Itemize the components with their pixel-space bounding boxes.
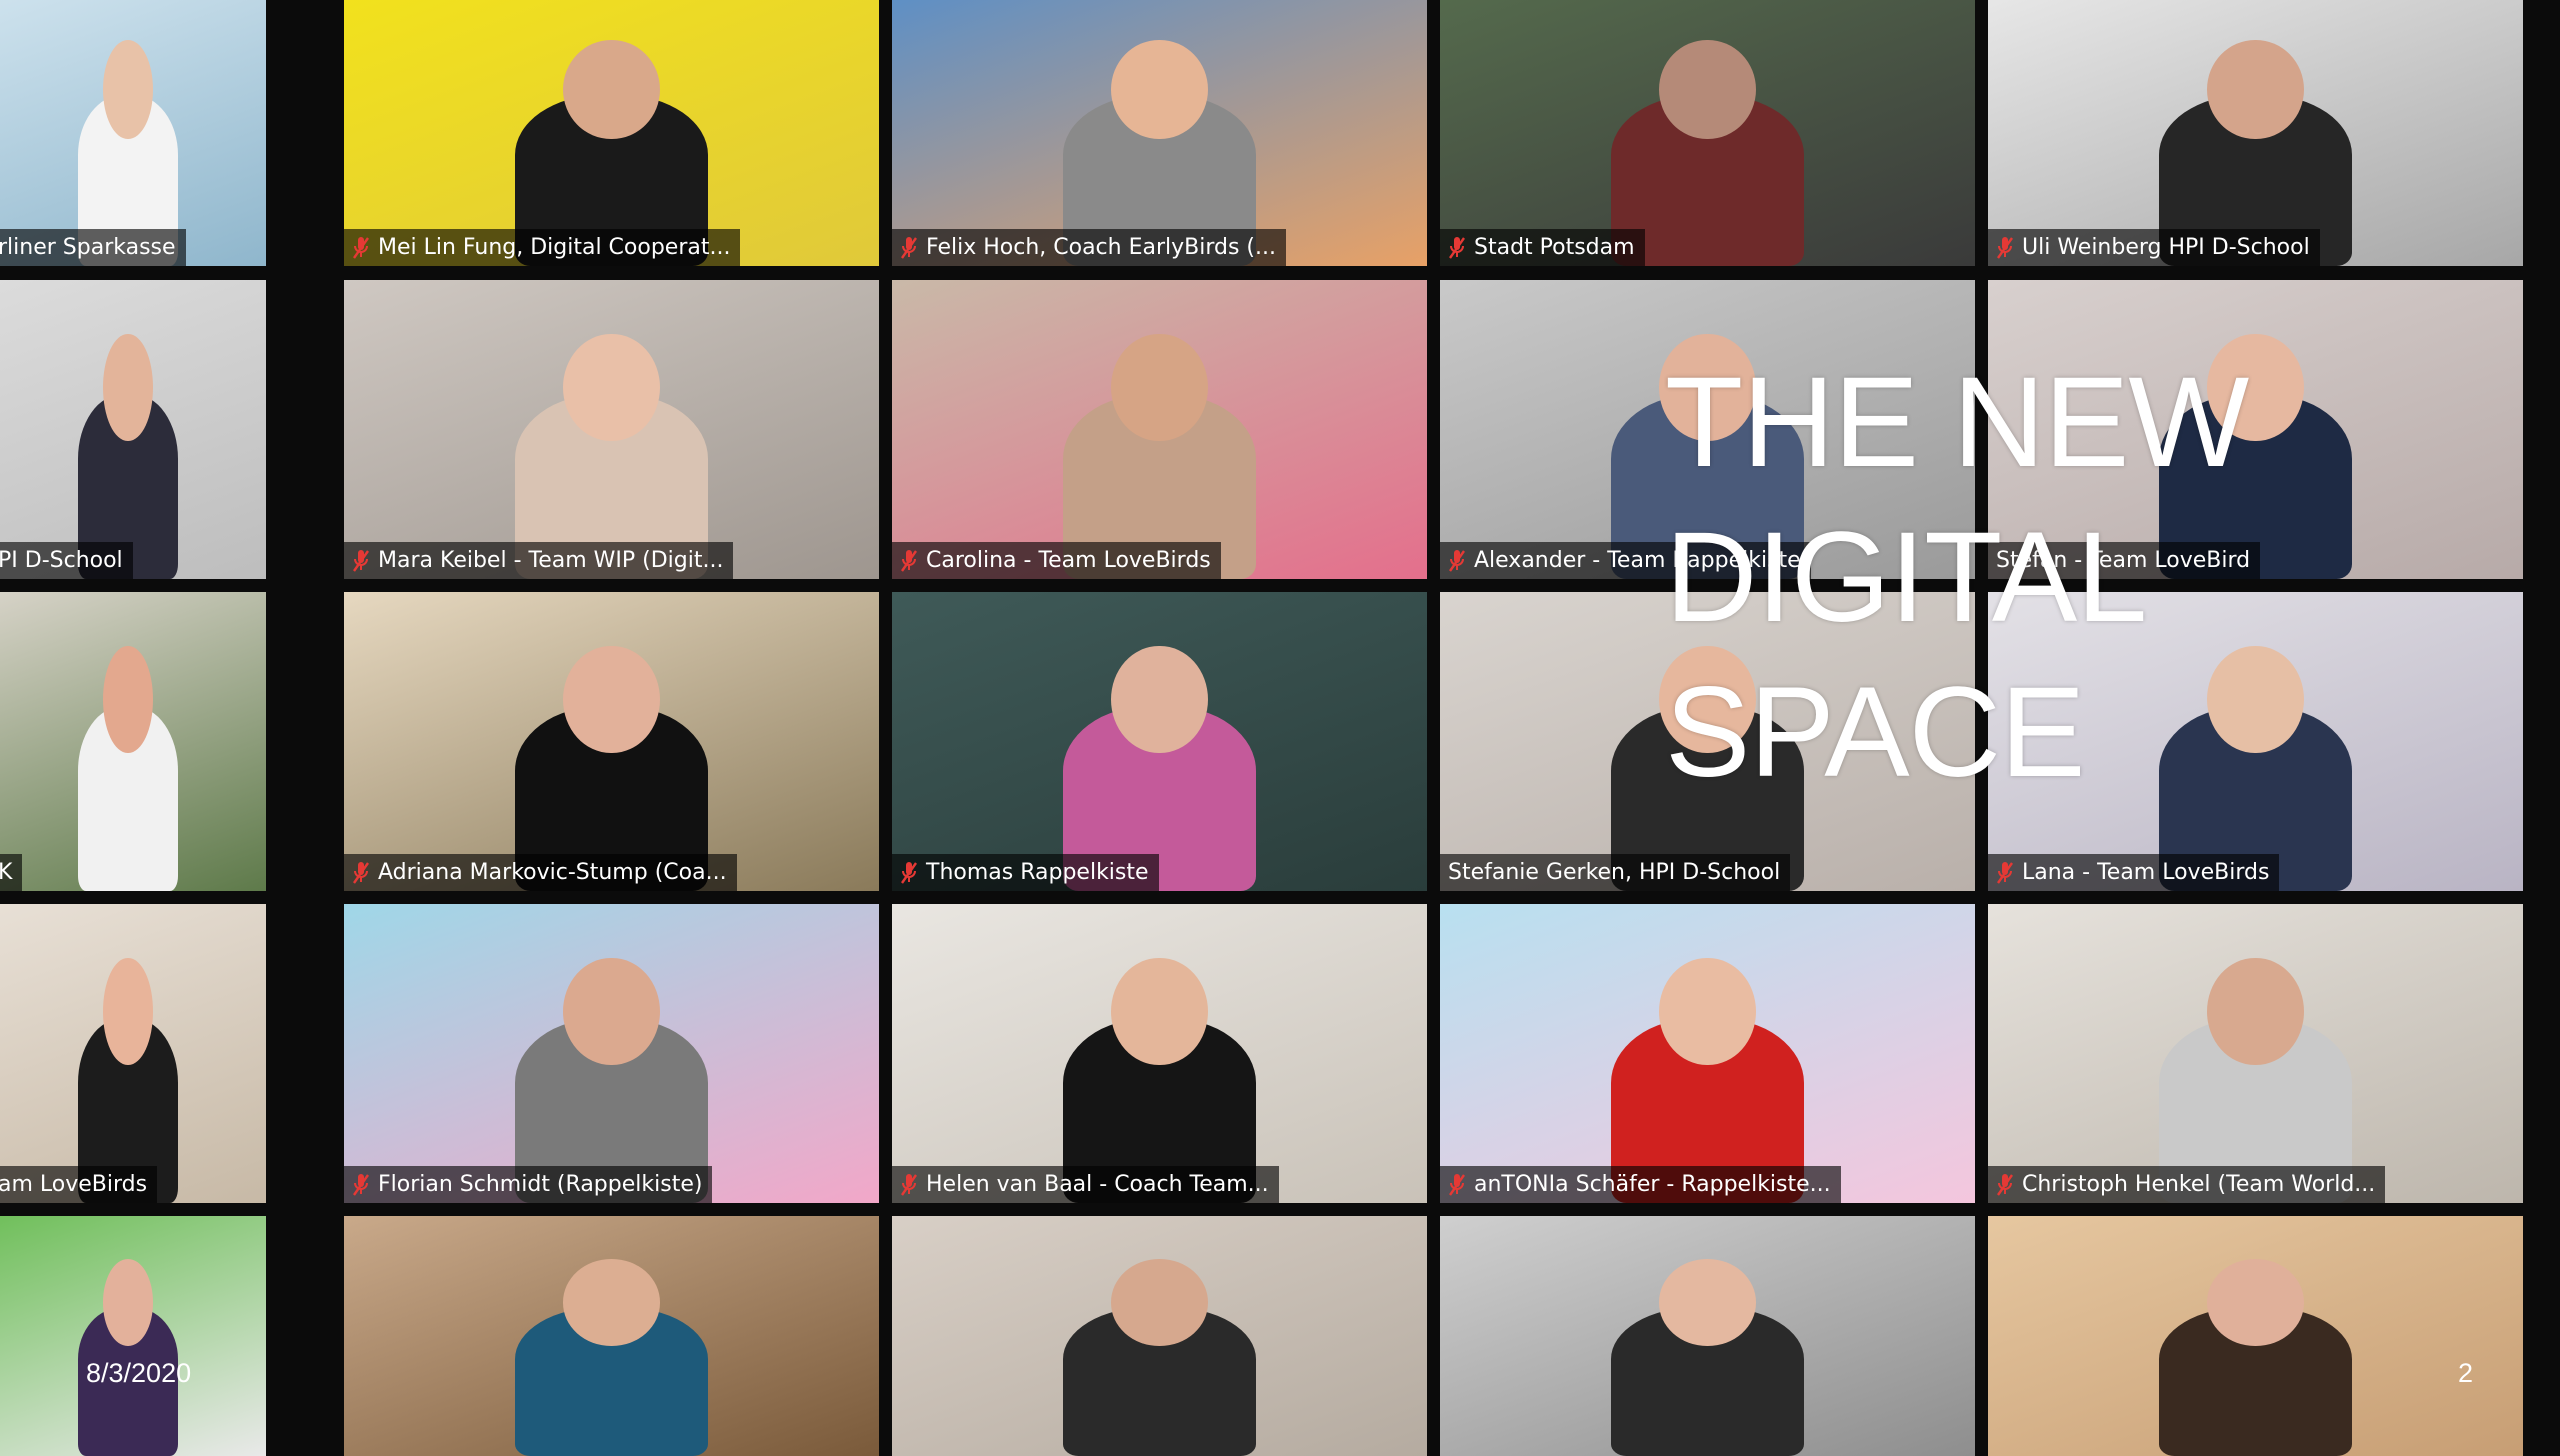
participant-video-tile[interactable]: am LoveBirds (0, 904, 266, 1203)
participant-video-tile[interactable]: Uli Weinberg HPI D-School (1988, 0, 2523, 266)
participant-name-label: Mara Keibel - Team WIP (Digit... (344, 542, 734, 579)
participant-video-tile[interactable]: Adriana Markovic-Stump (Coa... (344, 592, 879, 891)
muted-mic-icon (1996, 1172, 2014, 1198)
slide-title-line-3: SPACE (1665, 661, 2085, 804)
participant-face (563, 333, 660, 442)
participant-name: Thomas Rappelkiste (926, 860, 1149, 885)
muted-mic-icon (352, 548, 370, 574)
participant-name-label: Florian Schmidt (Rappelkiste) (344, 1166, 713, 1203)
slide-title: THE NEW DIGITAL SPACE (1665, 345, 2249, 810)
participant-name-label: Adriana Markovic-Stump (Coa... (344, 854, 737, 891)
participant-name: Adriana Markovic-Stump (Coa... (378, 860, 727, 885)
participant-face (1111, 333, 1208, 442)
participant-name: Stadt Potsdam (1474, 235, 1635, 260)
participant-name: am LoveBirds (0, 1172, 148, 1197)
participant-face (2207, 1259, 2304, 1346)
participant-name-label: am LoveBirds (0, 1166, 158, 1203)
participant-face (1659, 957, 1756, 1066)
participant-face (2207, 39, 2304, 140)
participant-name: Carolina - Team LoveBirds (926, 548, 1211, 573)
participant-video-tile[interactable]: PI D-School (0, 280, 266, 579)
participant-name: PI D-School (0, 548, 123, 573)
muted-mic-icon (1448, 548, 1466, 574)
muted-mic-icon (352, 235, 370, 261)
muted-mic-icon (1996, 235, 2014, 261)
participant-name-label: Felix Hoch, Coach EarlyBirds (... (892, 229, 1286, 266)
participant-video-tile[interactable]: Stadt Potsdam (1440, 0, 1975, 266)
participant-face (1659, 1259, 1756, 1346)
participant-name-label: Helen van Baal - Coach Team... (892, 1166, 1279, 1203)
participant-name: Helen van Baal - Coach Team... (926, 1172, 1269, 1197)
participant-video-tile[interactable]: Thomas Rappelkiste (892, 592, 1427, 891)
participant-video-tile[interactable] (0, 1216, 266, 1456)
participant-face (1111, 645, 1208, 754)
participant-face (103, 645, 153, 754)
participant-face (1111, 1259, 1208, 1346)
participant-name-label: Mei Lin Fung, Digital Cooperat... (344, 229, 741, 266)
participant-name-label: Stefanie Gerken, HPI D-School (1440, 854, 1791, 891)
participant-video-tile[interactable] (1988, 1216, 2523, 1456)
muted-mic-icon (1448, 1172, 1466, 1198)
slide-title-line-1: THE NEW (1665, 351, 2249, 494)
participant-face (563, 39, 660, 140)
participant-face (563, 1259, 660, 1346)
participant-name: Stefanie Gerken, HPI D-School (1448, 860, 1781, 885)
muted-mic-icon (1996, 860, 2014, 886)
participant-face (563, 957, 660, 1066)
participant-name: Uli Weinberg HPI D-School (2022, 235, 2310, 260)
participant-name-label: rliner Sparkasse (0, 229, 186, 266)
participant-name-label: PI D-School (0, 542, 133, 579)
participant-name: Lana - Team LoveBirds (2022, 860, 2270, 885)
participant-video-tile[interactable]: anTONIa Schäfer - Rappelkiste... (1440, 904, 1975, 1203)
participant-name: Mara Keibel - Team WIP (Digit... (378, 548, 724, 573)
participant-face (1111, 39, 1208, 140)
participant-face (103, 1259, 153, 1346)
participant-face (563, 645, 660, 754)
participant-face (103, 957, 153, 1066)
participant-name-label: K (0, 854, 23, 891)
participant-face (2207, 957, 2304, 1066)
participant-video-tile[interactable]: Christoph Henkel (Team World... (1988, 904, 2523, 1203)
slide-date: 8/3/2020 (86, 1358, 192, 1388)
participant-name-label: Uli Weinberg HPI D-School (1988, 229, 2320, 266)
participant-name: rliner Sparkasse (0, 235, 176, 260)
muted-mic-icon (900, 235, 918, 261)
muted-mic-icon (900, 860, 918, 886)
participant-name-label: Lana - Team LoveBirds (1988, 854, 2280, 891)
muted-mic-icon (352, 1172, 370, 1198)
participant-video-tile[interactable]: Mei Lin Fung, Digital Cooperat... (344, 0, 879, 266)
participant-name: K (0, 860, 13, 885)
participant-video-tile[interactable] (892, 1216, 1427, 1456)
participant-face (103, 39, 153, 140)
participant-video-tile[interactable]: rliner Sparkasse (0, 0, 266, 266)
participant-name: Christoph Henkel (Team World... (2022, 1172, 2376, 1197)
participant-name-label: Thomas Rappelkiste (892, 854, 1159, 891)
participant-name: Florian Schmidt (Rappelkiste) (378, 1172, 703, 1197)
participant-video-tile[interactable]: Carolina - Team LoveBirds (892, 280, 1427, 579)
slide-title-line-2: DIGITAL (1665, 506, 2147, 649)
participant-name: Felix Hoch, Coach EarlyBirds (... (926, 235, 1276, 260)
participant-video-tile[interactable]: Florian Schmidt (Rappelkiste) (344, 904, 879, 1203)
muted-mic-icon (900, 1172, 918, 1198)
participant-video-tile[interactable]: Helen van Baal - Coach Team... (892, 904, 1427, 1203)
participant-name: anTONIa Schäfer - Rappelkiste... (1474, 1172, 1831, 1197)
participant-face (1111, 957, 1208, 1066)
participant-name-label: Stadt Potsdam (1440, 229, 1645, 266)
participant-name-label: anTONIa Schäfer - Rappelkiste... (1440, 1166, 1841, 1203)
muted-mic-icon (1448, 235, 1466, 261)
participant-name-label: Carolina - Team LoveBirds (892, 542, 1221, 579)
participant-name-label: Christoph Henkel (Team World... (1988, 1166, 2386, 1203)
participant-video-tile[interactable] (1440, 1216, 1975, 1456)
slide-number: 2 (2458, 1358, 2474, 1388)
participant-video-tile[interactable] (344, 1216, 879, 1456)
participant-face (103, 333, 153, 442)
participant-video-tile[interactable]: Mara Keibel - Team WIP (Digit... (344, 280, 879, 579)
muted-mic-icon (352, 860, 370, 886)
participant-video-tile[interactable]: K (0, 592, 266, 891)
muted-mic-icon (900, 548, 918, 574)
participant-name: Mei Lin Fung, Digital Cooperat... (378, 235, 731, 260)
participant-face (1659, 39, 1756, 140)
participant-video-tile[interactable]: Felix Hoch, Coach EarlyBirds (... (892, 0, 1427, 266)
